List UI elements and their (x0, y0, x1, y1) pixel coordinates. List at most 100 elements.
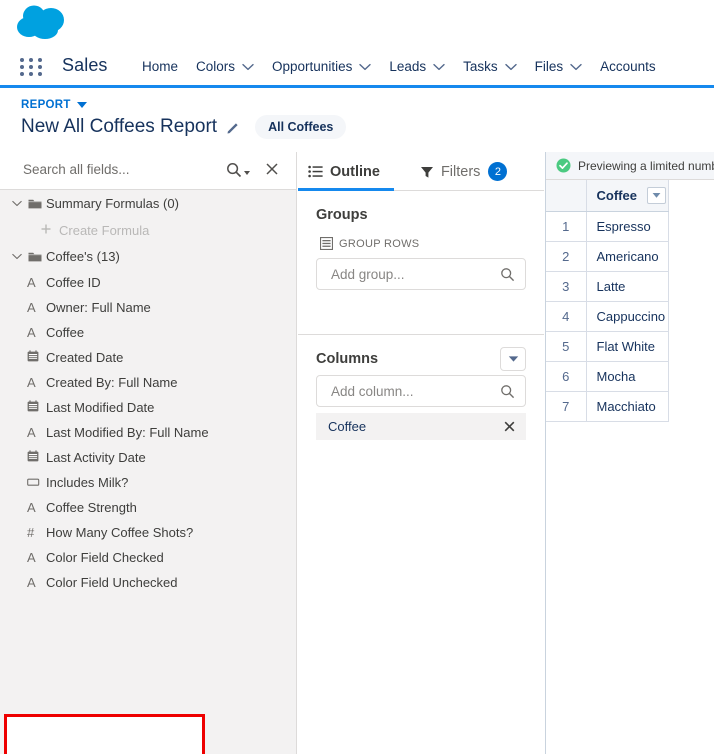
cell-coffee: Mocha (586, 361, 669, 392)
preview-table: Coffee 1 Espresso 2 Americano 3 Latte 4 Cappucc… (546, 180, 669, 422)
field-item-label: Last Modified By: Full Name (46, 425, 209, 440)
breadcrumb-report[interactable]: REPORT (21, 99, 87, 111)
table-row: 6 Mocha (546, 361, 669, 392)
nav-item-leads[interactable]: Leads (380, 45, 454, 88)
create-formula-label: Create Formula (59, 222, 150, 238)
table-row: 7 Macchiato (546, 391, 669, 422)
salesforce-cloud-logo (17, 5, 64, 39)
report-builder-page: Sales Home Colors Opportunities Leads Tasks F… (0, 0, 714, 754)
group-rows-label-row: GROUP ROWS (320, 237, 526, 250)
panel-tabs: Outline Filters 2 (298, 152, 544, 191)
report-type-badge[interactable]: All Coffees (255, 115, 347, 139)
nav-item-colors[interactable]: Colors (187, 45, 263, 88)
add-group-box[interactable] (316, 258, 526, 290)
field-item[interactable]: A Created By: Full Name (0, 370, 296, 395)
field-item[interactable]: Created Date (0, 345, 296, 370)
nav-item-files[interactable]: Files (526, 45, 592, 88)
nav-item-home[interactable]: Home (133, 45, 187, 88)
groups-section-title: Groups (316, 207, 368, 223)
row-number: 7 (546, 391, 587, 422)
search-caret-icon (244, 171, 250, 175)
breadcrumb-label: REPORT (21, 99, 71, 111)
field-item-label: Last Activity Date (46, 450, 146, 465)
preview-table-body: 1 Espresso 2 Americano 3 Latte 4 Cappuccino 5 Fla… (546, 211, 669, 422)
text-field-icon: A (27, 425, 36, 440)
field-item-label: Last Modified Date (46, 400, 155, 415)
pencil-icon[interactable] (226, 120, 241, 135)
cell-coffee: Flat White (586, 331, 669, 362)
chevron-down-icon[interactable] (10, 200, 24, 207)
field-item[interactable]: A Owner: Full Name (0, 295, 296, 320)
nav-item-label: Files (534, 59, 564, 74)
report-preview-panel: Previewing a limited numb Coffee 1 Espre… (545, 152, 714, 754)
field-item-label: Owner: Full Name (46, 300, 151, 315)
column-chip[interactable]: Coffee (316, 413, 526, 440)
field-item[interactable]: Last Activity Date (0, 445, 296, 470)
table-row: 3 Latte (546, 271, 669, 302)
field-item-label: Color Field Unchecked (46, 575, 178, 590)
close-icon[interactable] (265, 162, 279, 181)
search-icon[interactable] (226, 162, 250, 178)
field-item[interactable]: A Last Modified By: Full Name (0, 420, 296, 445)
nav-item-opportunities[interactable]: Opportunities (263, 45, 380, 88)
tab-outline-label: Outline (330, 163, 380, 180)
folder-icon (24, 251, 46, 263)
column-header-coffee[interactable]: Coffee (586, 180, 669, 212)
group-rows-icon (320, 237, 333, 250)
field-folder-coffees[interactable]: Coffee's (13) (0, 243, 296, 270)
chevron-down-icon (359, 63, 372, 71)
tab-outline[interactable]: Outline (298, 152, 394, 191)
nav-item-label: Opportunities (272, 59, 353, 74)
text-field-icon: A (27, 375, 36, 390)
page-title: New All Coffees Report (21, 116, 218, 137)
row-number: 1 (546, 211, 587, 242)
nav-item-accounts[interactable]: Accounts (591, 45, 665, 88)
filter-funnel-icon (420, 165, 434, 179)
cell-coffee: Macchiato (586, 391, 669, 422)
preview-banner: Previewing a limited numb (546, 152, 714, 180)
search-icon (500, 384, 515, 404)
field-item-label: Coffee (46, 325, 85, 340)
column-header-label: Coffee (596, 187, 637, 203)
add-column-input[interactable] (329, 383, 489, 400)
date-field-icon (27, 350, 39, 365)
app-name-label[interactable]: Sales (62, 55, 108, 76)
field-item[interactable]: Includes Milk? (0, 470, 296, 495)
text-field-icon: A (27, 500, 36, 515)
app-launcher-grid-icon[interactable] (19, 57, 45, 77)
chevron-down-icon (508, 356, 518, 362)
add-column-box[interactable] (316, 375, 526, 407)
field-item[interactable]: A Color Field Checked (0, 545, 296, 570)
field-item-label: How Many Coffee Shots? (46, 525, 194, 540)
nav-item-list: Home Colors Opportunities Leads Tasks Files Ac… (133, 45, 665, 88)
row-number: 5 (546, 331, 587, 362)
field-item[interactable]: Last Modified Date (0, 395, 296, 420)
report-title-bar: REPORT New All Coffees Report All Coffee… (0, 88, 714, 152)
chevron-down-icon (570, 63, 582, 71)
field-item-label: Coffee Strength (46, 500, 137, 515)
field-folder-summary-formulas[interactable]: Summary Formulas (0) (0, 190, 296, 217)
columns-menu-button[interactable] (500, 347, 526, 371)
columns-section-title: Columns (316, 351, 379, 367)
field-item[interactable]: A Coffee Strength (0, 495, 296, 520)
success-check-icon (556, 158, 571, 173)
row-number: 2 (546, 241, 587, 272)
outline-panel: Outline Filters 2 Groups GROUP ROWS Add … (298, 152, 544, 754)
column-menu-button[interactable] (646, 186, 666, 204)
field-item[interactable]: # How Many Coffee Shots? (0, 520, 296, 545)
field-folder-label: Summary Formulas (0) (46, 196, 179, 211)
chevron-down-icon (504, 63, 517, 71)
nav-item-label: Tasks (463, 59, 498, 74)
tab-filters[interactable]: Filters 2 (394, 152, 508, 191)
field-item[interactable]: A Coffee ID (0, 270, 296, 295)
close-icon[interactable] (504, 421, 515, 432)
create-formula-button[interactable]: Create Formula (0, 217, 296, 243)
nav-item-tasks[interactable]: Tasks (454, 45, 526, 88)
search-input[interactable] (21, 161, 221, 178)
chevron-down-icon[interactable] (10, 253, 24, 260)
field-item[interactable]: A Coffee (0, 320, 296, 345)
field-item[interactable]: A Color Field Unchecked (0, 570, 296, 595)
table-row: 2 Americano (546, 241, 669, 272)
add-group-input[interactable] (329, 266, 489, 283)
row-number: 6 (546, 361, 587, 392)
